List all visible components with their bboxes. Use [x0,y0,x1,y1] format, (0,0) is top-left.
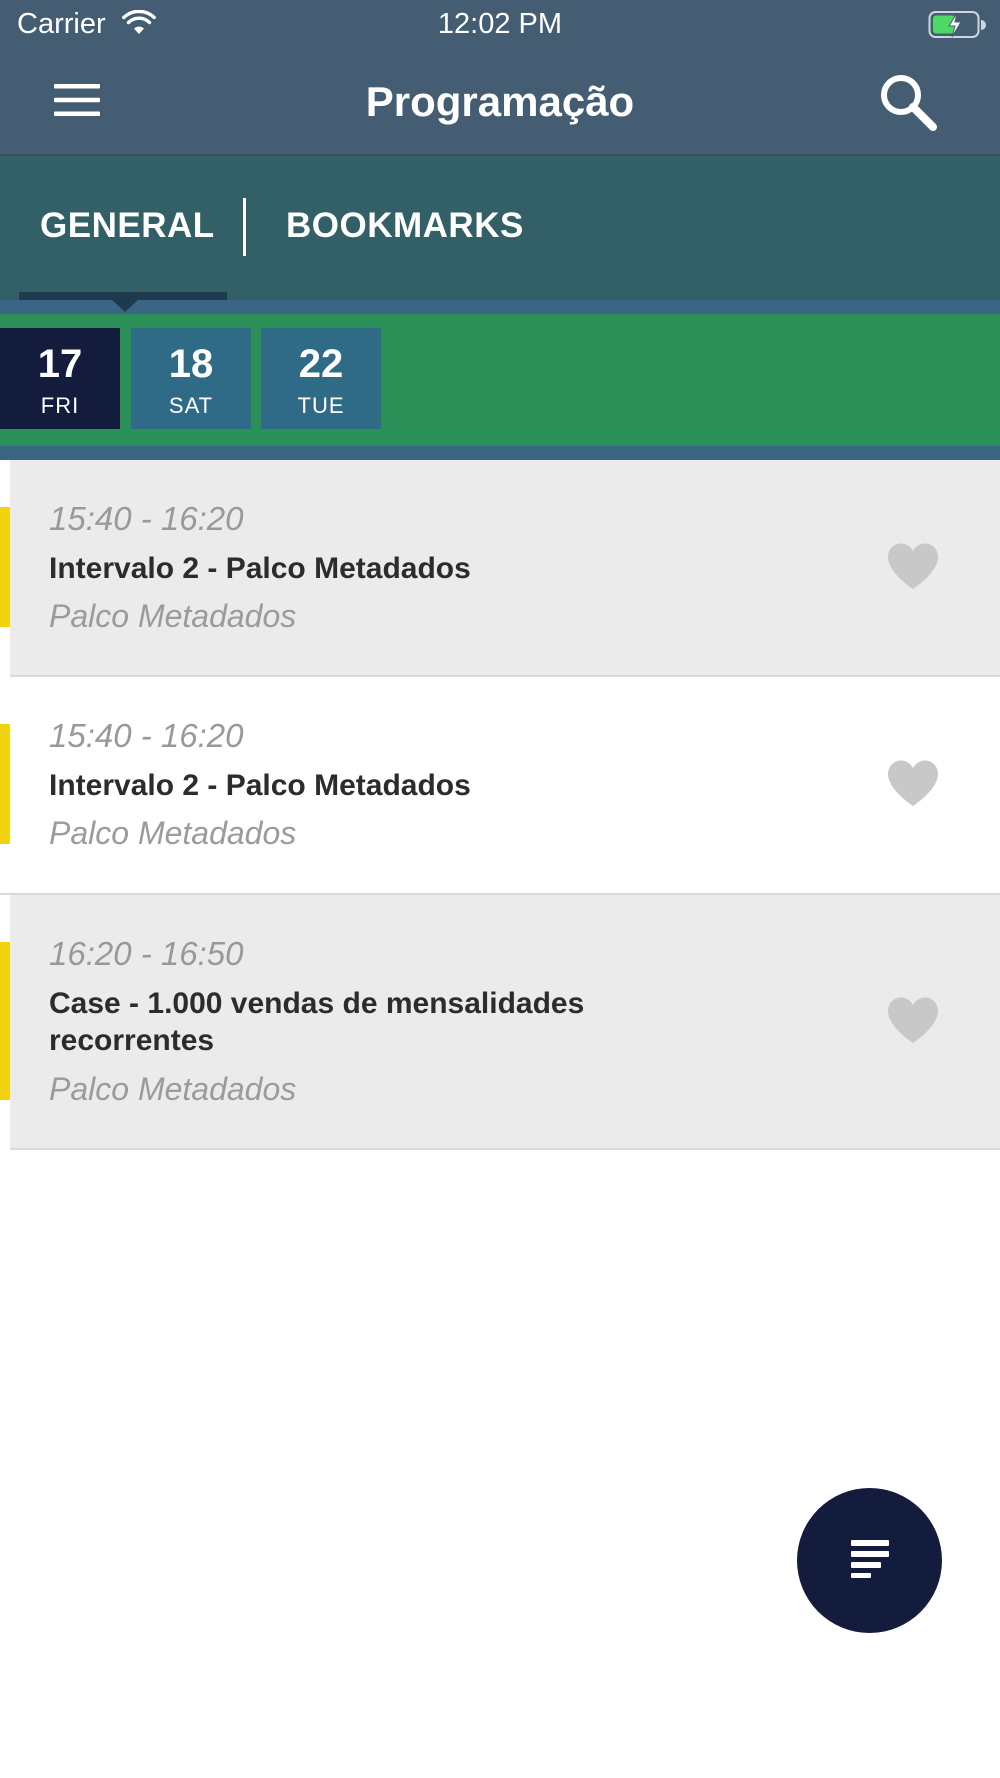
bookmark-button[interactable] [883,540,943,596]
date-chip-22[interactable]: 22 TUE [261,328,381,429]
heart-icon [886,542,940,595]
track-color-bar [0,507,10,627]
battery-charging-icon [928,10,986,45]
date-weekday: SAT [168,393,214,418]
bookmark-button[interactable] [883,757,943,813]
navigation-bar: Programação [0,50,1000,155]
tab-separator [243,198,246,256]
date-chip-17[interactable]: 17 FRI [0,328,120,429]
session-title: Case - 1.000 vendas de mensalidades reco… [49,987,585,1057]
search-button[interactable] [872,68,944,140]
session-title: Intervalo 2 - Palco Metadados [49,769,471,802]
session-time: 15:40 - 16:20 [49,717,244,754]
tab-bookmarks[interactable]: BOOKMARKS [286,206,524,246]
session-item[interactable]: 16:20 - 16:50 Case - 1.000 vendas de men… [0,895,1000,1150]
date-selector: 17 FRI 18 SAT 22 TUE [0,314,1000,446]
session-item[interactable]: 15:40 - 16:20 Intervalo 2 - Palco Metada… [0,677,1000,895]
session-item[interactable]: 15:40 - 16:20 Intervalo 2 - Palco Metada… [0,460,1000,677]
heart-icon [886,759,940,812]
status-bar: Carrier 12:02 PM [0,0,1000,50]
date-number: 17 [37,342,83,386]
session-venue: Palco Metadados [49,598,297,634]
track-color-bar [0,942,10,1100]
session-time: 15:40 - 16:20 [49,500,244,537]
date-weekday: FRI [40,393,80,418]
date-number: 22 [298,342,344,386]
date-chip-18[interactable]: 18 SAT [131,328,251,429]
app-header: Carrier 12:02 PM Programação [0,0,1000,156]
active-tab-caret [112,300,138,312]
date-number: 18 [168,342,214,386]
session-list: 15:40 - 16:20 Intervalo 2 - Palco Metada… [0,460,1000,1150]
filter-fab-button[interactable] [797,1488,942,1633]
session-venue: Palco Metadados [49,815,297,851]
bookmark-button[interactable] [883,994,943,1050]
filter-lines-icon [849,1538,891,1583]
search-icon [878,72,938,137]
date-bottom-strip [0,446,1000,460]
session-time: 16:20 - 16:50 [49,935,244,972]
heart-icon [886,996,940,1049]
page-title: Programação [365,78,635,125]
track-color-bar [0,724,10,844]
tabs-bottom-strip [0,300,1000,314]
segment-tabs: GENERAL BOOKMARKS [0,156,1000,300]
session-venue: Palco Metadados [49,1071,297,1107]
session-title: Intervalo 2 - Palco Metadados [49,552,471,585]
status-time: 12:02 PM [437,8,563,40]
tab-general[interactable]: GENERAL [40,206,215,246]
date-weekday: TUE [297,393,345,418]
active-tab-indicator [19,292,227,300]
